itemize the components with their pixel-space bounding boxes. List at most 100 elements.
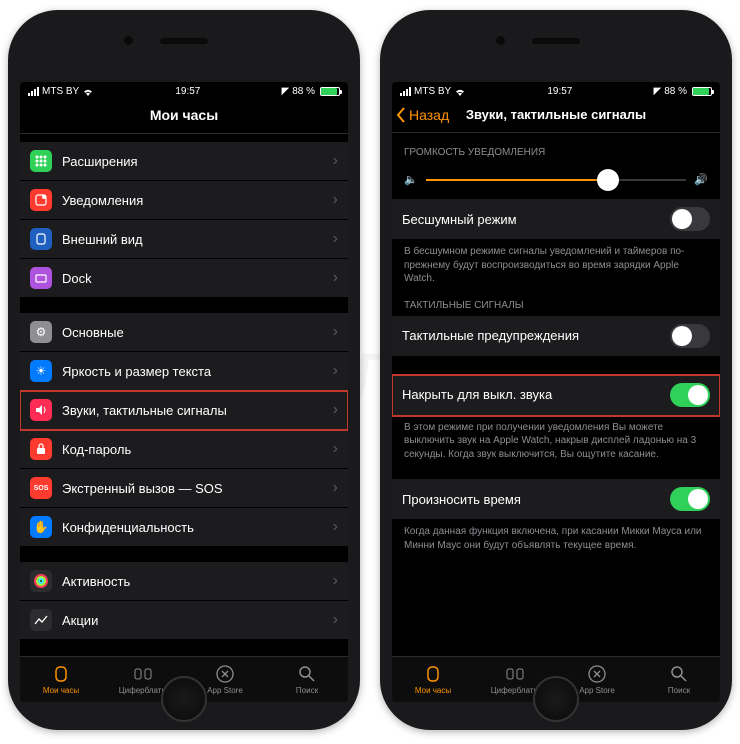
row-label: Звуки, тактильные сигналы — [62, 403, 333, 418]
tab-search[interactable]: Поиск — [266, 657, 348, 702]
nav-bar: Назад Звуки, тактильные сигналы — [392, 99, 720, 133]
row-label: Внешний вид — [62, 232, 333, 247]
hand-icon: ✋ — [30, 516, 52, 538]
haptic-switch[interactable] — [670, 324, 710, 348]
chevron-right-icon: › — [333, 362, 338, 380]
battery-icon — [320, 87, 340, 96]
row-brightness[interactable]: ☀ Яркость и размер текста › — [20, 352, 348, 391]
tab-label: Циферблаты — [119, 686, 167, 695]
tab-label: App Store — [207, 686, 243, 695]
row-label: Накрыть для выкл. звука — [402, 387, 670, 402]
cover-footer: В этом режиме при получении уведомления … — [392, 416, 720, 462]
tab-label: Циферблаты — [491, 686, 539, 695]
status-bar: MTS BY 19:57 ◤ 88 % — [392, 82, 720, 99]
row-dock[interactable]: Dock › — [20, 259, 348, 297]
chevron-right-icon: › — [333, 401, 338, 419]
speak-switch[interactable] — [670, 487, 710, 511]
carrier-label: MTS BY — [42, 86, 79, 97]
row-cover-to-mute[interactable]: Накрыть для выкл. звука — [392, 375, 720, 416]
status-bar: MTS BY 19:57 ◤ 88 % — [20, 82, 348, 99]
tab-label: Поиск — [668, 686, 690, 695]
silent-switch[interactable] — [670, 207, 710, 231]
back-label: Назад — [409, 107, 449, 123]
phone-right: MTS BY 19:57 ◤ 88 % Назад Звуки, тактиль… — [380, 10, 732, 730]
row-sos[interactable]: SOS Экстренный вызов — SOS › — [20, 469, 348, 508]
page-title: Звуки, тактильные сигналы — [466, 107, 646, 122]
brightness-icon: ☀ — [30, 360, 52, 382]
faces-icon — [133, 664, 153, 684]
row-label: Расширения — [62, 154, 333, 169]
volume-slider[interactable]: 🔈 🔊 — [392, 163, 720, 198]
volume-header: ГРОМКОСТЬ УВЕДОМЛЕНИЯ — [392, 133, 720, 163]
carrier-label: MTS BY — [414, 86, 451, 97]
back-button[interactable]: Назад — [396, 107, 449, 123]
wifi-icon — [454, 87, 466, 97]
tab-label: Мои часы — [415, 686, 451, 695]
signal-icon — [400, 87, 411, 96]
row-label: Экстренный вызов — SOS — [62, 481, 333, 496]
sos-icon: SOS — [30, 477, 52, 499]
settings-detail[interactable]: ГРОМКОСТЬ УВЕДОМЛЕНИЯ 🔈 🔊 Бесшумный режи… — [392, 133, 720, 656]
watch-icon — [51, 664, 71, 684]
row-general[interactable]: ⚙ Основные › — [20, 313, 348, 352]
row-extensions[interactable]: Расширения › — [20, 142, 348, 181]
slider-thumb[interactable] — [597, 169, 619, 191]
volume-low-icon: 🔈 — [404, 173, 418, 186]
location-icon: ◤ — [281, 86, 289, 97]
chevron-right-icon: › — [333, 191, 338, 209]
chevron-right-icon: › — [333, 152, 338, 170]
tab-label: App Store — [579, 686, 615, 695]
row-label: Уведомления — [62, 193, 333, 208]
stocks-icon — [30, 609, 52, 631]
watchface-icon — [30, 228, 52, 250]
gear-icon: ⚙ — [30, 321, 52, 343]
row-appearance[interactable]: Внешний вид › — [20, 220, 348, 259]
row-label: Бесшумный режим — [402, 212, 670, 227]
battery-pct: 88 % — [292, 86, 315, 97]
chevron-right-icon: › — [333, 323, 338, 341]
device-speaker — [532, 38, 580, 44]
row-activity[interactable]: Активность › — [20, 562, 348, 601]
row-privacy[interactable]: ✋ Конфиденциальность › — [20, 508, 348, 546]
screen-left: MTS BY 19:57 ◤ 88 % Мои часы Расширения … — [20, 82, 348, 702]
nav-bar: Мои часы — [20, 99, 348, 134]
battery-pct: 88 % — [664, 86, 687, 97]
tab-search[interactable]: Поиск — [638, 657, 720, 702]
chevron-right-icon: › — [333, 572, 338, 590]
tab-my-watch[interactable]: Мои часы — [392, 657, 474, 702]
lock-icon — [30, 438, 52, 460]
row-speak-time[interactable]: Произносить время — [392, 479, 720, 520]
screen-right: MTS BY 19:57 ◤ 88 % Назад Звуки, тактиль… — [392, 82, 720, 702]
phone-left: MTS BY 19:57 ◤ 88 % Мои часы Расширения … — [8, 10, 360, 730]
chevron-right-icon: › — [333, 479, 338, 497]
row-label: Тактильные предупреждения — [402, 328, 670, 343]
page-title: Мои часы — [150, 107, 218, 123]
slider-track[interactable] — [426, 179, 687, 181]
appstore-icon — [587, 664, 607, 684]
row-stocks[interactable]: Акции › — [20, 601, 348, 639]
speak-footer: Когда данная функция включена, при касан… — [392, 520, 720, 552]
row-notifications[interactable]: Уведомления › — [20, 181, 348, 220]
dock-icon — [30, 267, 52, 289]
tab-my-watch[interactable]: Мои часы — [20, 657, 102, 702]
row-sounds-haptics[interactable]: Звуки, тактильные сигналы › — [20, 391, 348, 430]
row-label: Dock — [62, 271, 333, 286]
device-camera — [496, 36, 505, 45]
tab-label: Поиск — [296, 686, 318, 695]
row-label: Яркость и размер текста — [62, 364, 333, 379]
faces-icon — [505, 664, 525, 684]
cover-switch[interactable] — [670, 383, 710, 407]
row-haptic-alerts[interactable]: Тактильные предупреждения — [392, 316, 720, 357]
row-label: Акции — [62, 613, 333, 628]
row-passcode[interactable]: Код-пароль › — [20, 430, 348, 469]
activity-rings-icon — [30, 570, 52, 592]
row-label: Конфиденциальность — [62, 520, 333, 535]
row-silent-mode[interactable]: Бесшумный режим — [392, 198, 720, 240]
home-button[interactable] — [161, 676, 207, 722]
bell-icon — [30, 189, 52, 211]
row-label: Активность — [62, 574, 333, 589]
row-label: Произносить время — [402, 492, 670, 507]
settings-list[interactable]: Расширения › Уведомления › Внешний вид ›… — [20, 134, 348, 656]
time-label: 19:57 — [547, 86, 572, 97]
home-button[interactable] — [533, 676, 579, 722]
